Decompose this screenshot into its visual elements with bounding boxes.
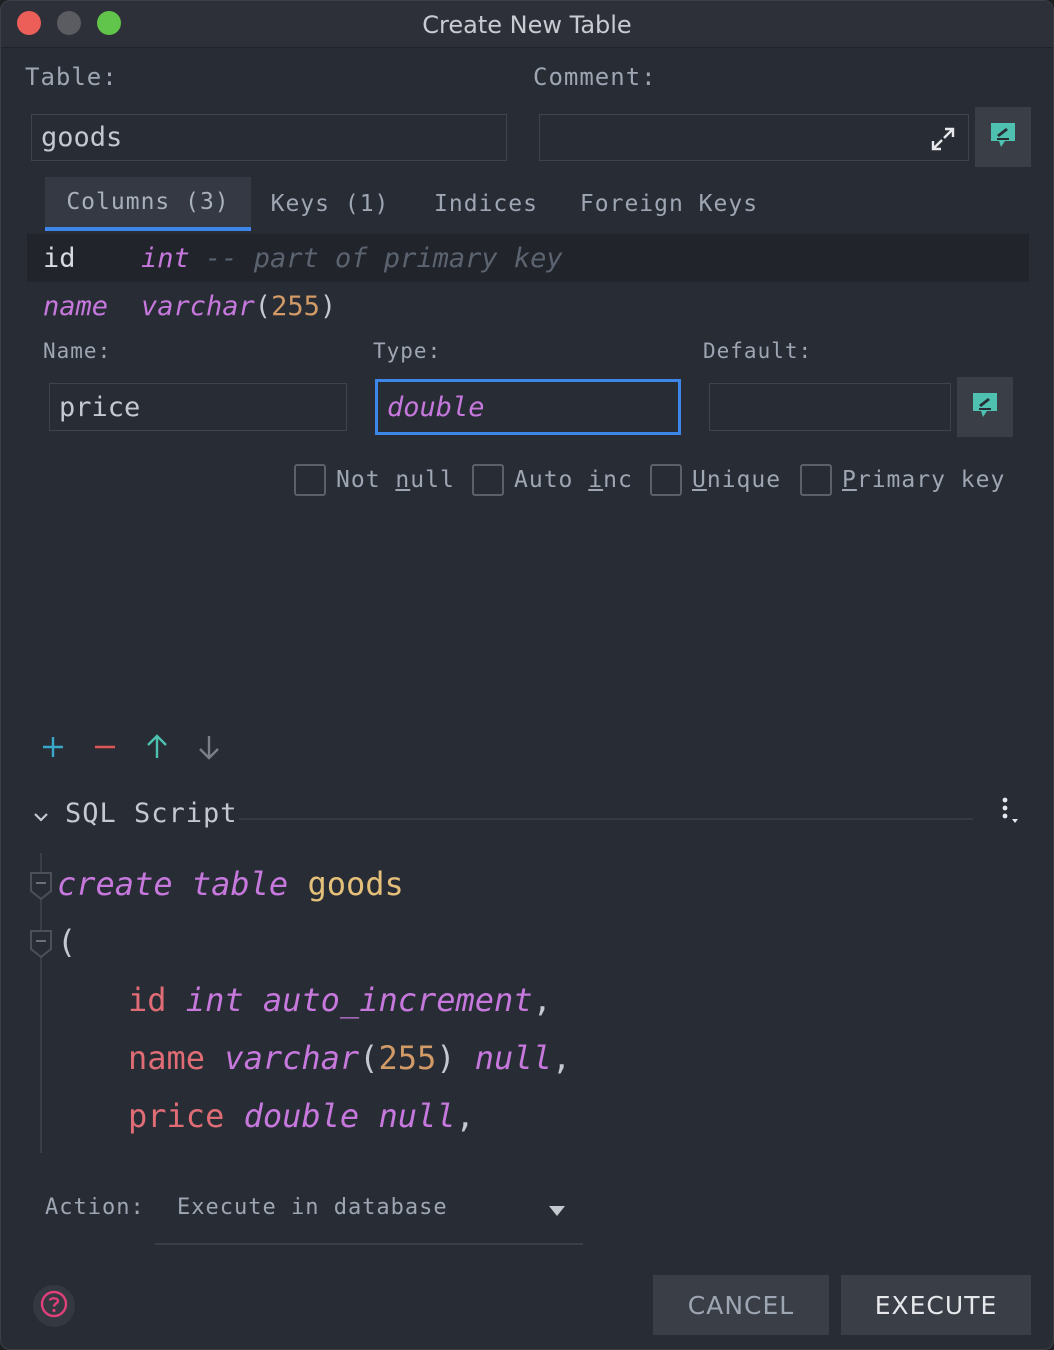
- execute-button[interactable]: EXECUTE: [841, 1275, 1031, 1335]
- action-value: Execute in database: [177, 1195, 448, 1220]
- column-name: name: [43, 290, 109, 322]
- help-icon: [39, 1289, 69, 1323]
- edit-default-icon: [970, 390, 1000, 424]
- title-bar: Create New Table: [1, 1, 1053, 48]
- comment-label: Comment:: [533, 63, 657, 91]
- default-label: Default:: [703, 339, 813, 363]
- column-name: id: [43, 242, 76, 274]
- cancel-button[interactable]: CANCEL: [653, 1275, 829, 1335]
- type-label: Type:: [373, 339, 442, 363]
- window-title: Create New Table: [422, 11, 632, 39]
- checkbox-label: Not null: [336, 467, 455, 493]
- help-button[interactable]: [33, 1285, 75, 1327]
- checkbox-box[interactable]: [800, 464, 832, 496]
- column-type-input[interactable]: [375, 379, 681, 435]
- sql-line: create table goods: [57, 865, 404, 903]
- primary-key-checkbox[interactable]: Primary key: [800, 462, 1005, 498]
- unique-checkbox[interactable]: Unique: [650, 462, 781, 498]
- chevron-down-icon[interactable]: [31, 807, 51, 827]
- name-label: Name:: [43, 339, 112, 363]
- comment-editor-button[interactable]: [975, 107, 1031, 167]
- sql-script-header[interactable]: SQL Script: [65, 798, 238, 829]
- column-name-input[interactable]: [49, 383, 347, 431]
- auto-inc-checkbox[interactable]: Auto inc: [472, 462, 633, 498]
- column-row-id[interactable]: id int -- part of primary key: [27, 234, 1029, 282]
- not-null-checkbox[interactable]: Not null: [294, 462, 455, 498]
- column-default-input[interactable]: [709, 383, 951, 431]
- tab-foreign-keys[interactable]: Foreign Keys: [571, 177, 767, 231]
- sql-line: (: [57, 923, 77, 961]
- tab-columns[interactable]: Columns (3): [45, 177, 251, 231]
- sql-line: id int auto_increment,: [128, 981, 552, 1019]
- section-divider: [239, 818, 973, 820]
- edit-comment-icon: [988, 120, 1018, 154]
- table-name-input[interactable]: [31, 114, 507, 161]
- sql-line: price double null,: [128, 1097, 475, 1135]
- column-type: varchar(255): [141, 290, 337, 322]
- column-type: int: [141, 242, 190, 274]
- table-label: Table:: [25, 63, 118, 91]
- fold-icon[interactable]: [30, 929, 52, 959]
- checkbox-box[interactable]: [294, 464, 326, 496]
- create-table-dialog: Create New Table Table: Comment: Columns…: [0, 0, 1054, 1350]
- minus-icon[interactable]: [91, 733, 119, 761]
- checkbox-box[interactable]: [650, 464, 682, 496]
- fold-icon[interactable]: [30, 871, 52, 901]
- arrow-up-icon[interactable]: [143, 733, 171, 761]
- sql-line: name varchar(255) null,: [128, 1039, 572, 1077]
- checkbox-label: Unique: [692, 467, 782, 493]
- checkbox-label: Auto inc: [514, 467, 633, 493]
- comment-input[interactable]: [539, 114, 969, 161]
- more-options-icon[interactable]: [997, 797, 1027, 827]
- tab-keys[interactable]: Keys (1): [259, 177, 401, 231]
- tab-indices[interactable]: Indices: [421, 177, 551, 231]
- default-editor-button[interactable]: [957, 377, 1013, 437]
- expand-icon[interactable]: [929, 125, 957, 153]
- column-comment: -- part of primary key: [205, 242, 563, 274]
- column-row-name[interactable]: name varchar(255): [27, 282, 1029, 330]
- checkbox-label: Primary key: [842, 467, 1006, 493]
- arrow-down-icon[interactable]: [195, 733, 223, 761]
- plus-icon[interactable]: [39, 733, 67, 761]
- checkbox-box[interactable]: [472, 464, 504, 496]
- action-label: Action:: [45, 1195, 145, 1220]
- dropdown-arrow-icon: [547, 1203, 567, 1217]
- action-dropdown[interactable]: Execute in database: [155, 1183, 583, 1245]
